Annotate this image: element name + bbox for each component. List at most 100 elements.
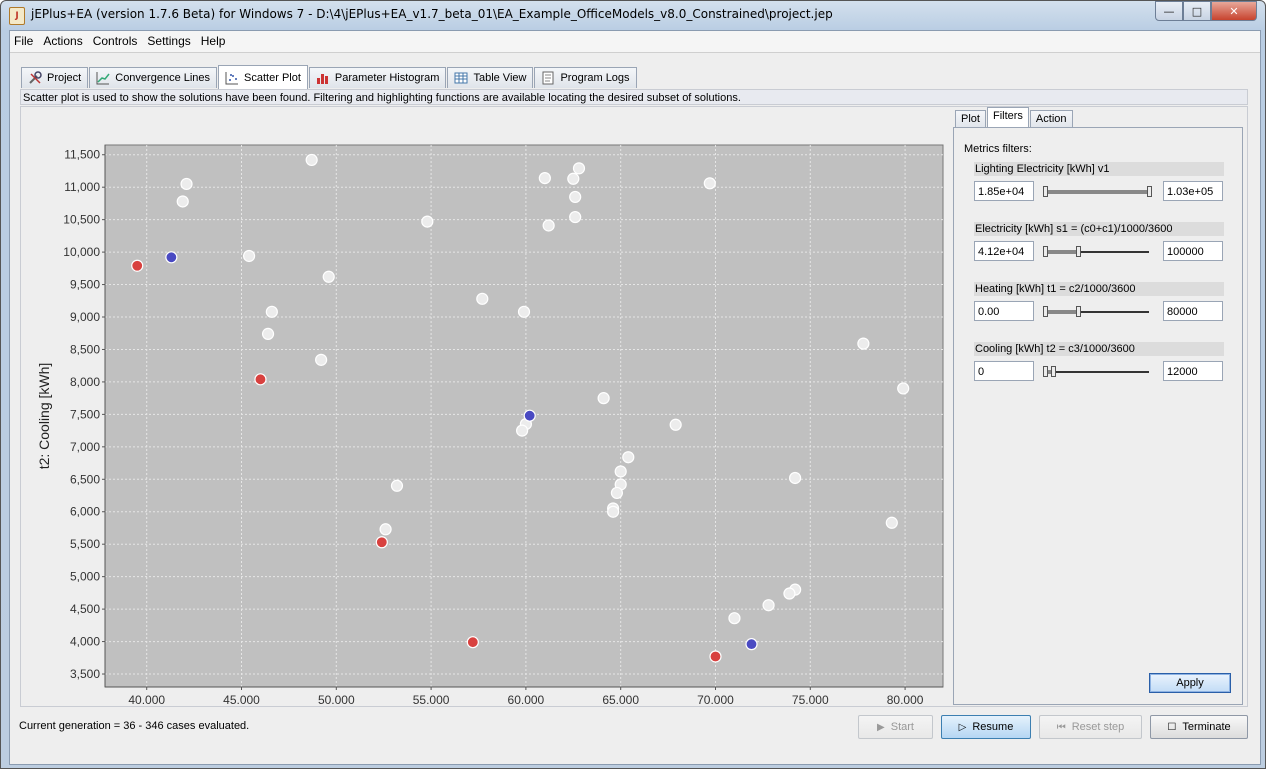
range-slider-track[interactable]	[1045, 371, 1149, 373]
filter-min-input[interactable]: 4.12e+04	[974, 241, 1034, 261]
filter-min-input[interactable]: 0	[974, 361, 1034, 381]
client-area: File Actions Controls Settings Help Proj…	[9, 30, 1261, 765]
filter-label: Lighting Electricity [kWh] v1	[974, 162, 1224, 176]
tab-table-view-label: Table View	[473, 72, 527, 84]
y-tick-label: 4,500	[70, 602, 100, 616]
data-point	[476, 292, 489, 305]
minimize-icon[interactable]: —	[1155, 1, 1183, 21]
filter-max-input[interactable]: 1.03e+05	[1163, 181, 1223, 201]
filter-max-input[interactable]: 12000	[1163, 361, 1223, 381]
data-point	[265, 305, 278, 318]
reset-step-button-label: Reset step	[1071, 721, 1125, 733]
data-point	[569, 190, 582, 204]
data-point	[885, 516, 898, 529]
y-tick-label: 10,000	[63, 245, 100, 259]
x-tick-label: 75,000	[792, 693, 829, 704]
tab-convergence-lines[interactable]: Convergence Lines	[89, 67, 218, 88]
range-slider-low-thumb[interactable]	[1043, 306, 1048, 317]
range-slider-high-thumb[interactable]	[1051, 366, 1057, 377]
data-point	[567, 172, 580, 185]
data-point	[180, 177, 193, 191]
status-text: Current generation = 36 - 346 cases eval…	[19, 720, 250, 732]
maximize-icon[interactable]: □	[1183, 1, 1211, 21]
bar-chart-icon	[316, 71, 330, 85]
start-button[interactable]: ▶ Start	[858, 715, 933, 739]
menu-actions[interactable]: Actions	[39, 31, 88, 52]
tools-icon	[28, 71, 42, 85]
menu-file[interactable]: File	[10, 31, 39, 52]
data-point	[322, 270, 335, 283]
data-point	[728, 612, 741, 625]
terminate-button[interactable]: ☐ Terminate	[1150, 715, 1248, 739]
menu-controls[interactable]: Controls	[89, 31, 144, 52]
apply-button[interactable]: Apply	[1149, 673, 1231, 693]
scatter-chart[interactable]: 40,000 45,000 50,000 55,000 60,000 65,000 70,0…	[23, 110, 948, 704]
tab-project[interactable]: Project	[21, 67, 89, 88]
data-point	[897, 382, 910, 395]
x-tick-label: 45,000	[223, 693, 260, 704]
tab-table-view[interactable]: Table View	[447, 67, 534, 88]
y-tick-label: 11,500	[64, 148, 100, 162]
y-tick-label: 8,500	[70, 342, 100, 356]
data-point	[762, 599, 775, 612]
resume-button[interactable]: ▷ Resume	[941, 715, 1031, 739]
scatter-icon	[225, 71, 239, 85]
data-point	[421, 215, 434, 228]
filter-min-input[interactable]: 1.85e+04	[974, 181, 1034, 201]
data-point	[669, 418, 682, 431]
y-tick-label: 7,500	[70, 407, 100, 421]
reset-step-button[interactable]: ⏮ Reset step	[1039, 715, 1142, 739]
tab-parameter-histogram[interactable]: Parameter Histogram	[308, 67, 447, 88]
tab-scatter-plot[interactable]: Scatter Plot	[218, 65, 308, 89]
range-slider-high-thumb[interactable]	[1076, 306, 1082, 317]
close-icon[interactable]: ✕	[1211, 1, 1257, 21]
y-tick-label: 9,500	[70, 278, 100, 292]
terminate-button-label: Terminate	[1182, 721, 1231, 733]
filter-label: Cooling [kWh] t2 = c3/1000/3600	[974, 342, 1224, 356]
menu-help[interactable]: Help	[197, 31, 232, 52]
log-icon	[541, 71, 555, 85]
filter-label: Heating [kWh] t1 = c2/1000/3600	[974, 282, 1224, 296]
line-chart-icon	[96, 71, 110, 85]
x-tick-label: 65,000	[602, 693, 639, 704]
tab-filters[interactable]: Filters	[986, 107, 1029, 129]
data-point	[607, 505, 620, 518]
filters-panel: Metrics filters: Lighting Electricity [k…	[953, 127, 1243, 705]
range-slider-low-thumb[interactable]	[1043, 366, 1048, 377]
y-tick-label: 6,000	[70, 505, 100, 519]
data-point	[375, 536, 388, 549]
filter-max-input[interactable]: 100000	[1163, 241, 1223, 261]
data-point	[517, 305, 531, 318]
metrics-filters-title: Metrics filters:	[964, 143, 1032, 155]
rewind-icon: ⏮	[1056, 721, 1066, 733]
range-slider-low-thumb[interactable]	[1043, 186, 1048, 197]
range-slider-high-thumb[interactable]	[1076, 246, 1082, 257]
filter-max-input[interactable]: 80000	[1163, 301, 1223, 321]
y-tick-label: 5,500	[70, 537, 100, 551]
window-title: jEPlus+EA (version 1.7.6 Beta) for Windo…	[31, 7, 833, 21]
y-tick-label: 9,000	[70, 310, 100, 324]
data-point	[538, 172, 551, 185]
data-point	[523, 409, 536, 422]
tab-convergence-lines-label: Convergence Lines	[115, 72, 211, 84]
tab-program-logs[interactable]: Program Logs	[534, 67, 637, 88]
right-panel-tabs: Plot Filters Action	[955, 107, 1074, 129]
data-point	[572, 162, 586, 175]
filter-label: Electricity [kWh] s1 = (c0+c1)/1000/3600	[974, 222, 1224, 236]
filter-min-input[interactable]: 0.00	[974, 301, 1034, 321]
title-bar: J jEPlus+EA (version 1.7.6 Beta) for Win…	[1, 1, 1265, 29]
menu-settings[interactable]: Settings	[143, 31, 196, 52]
data-point	[176, 195, 189, 208]
app-icon: J	[9, 7, 25, 25]
data-point	[597, 392, 610, 405]
range-slider-fill	[1045, 250, 1079, 254]
data-point	[315, 353, 328, 366]
x-tick-label: 70,000	[697, 693, 734, 704]
tab-project-label: Project	[47, 72, 82, 84]
y-tick-label: 5,000	[70, 570, 100, 584]
range-slider-high-thumb[interactable]	[1147, 186, 1152, 197]
tab-program-logs-label: Program Logs	[560, 72, 630, 84]
range-slider-low-thumb[interactable]	[1043, 246, 1048, 257]
data-point	[542, 219, 555, 232]
data-point	[745, 638, 758, 651]
